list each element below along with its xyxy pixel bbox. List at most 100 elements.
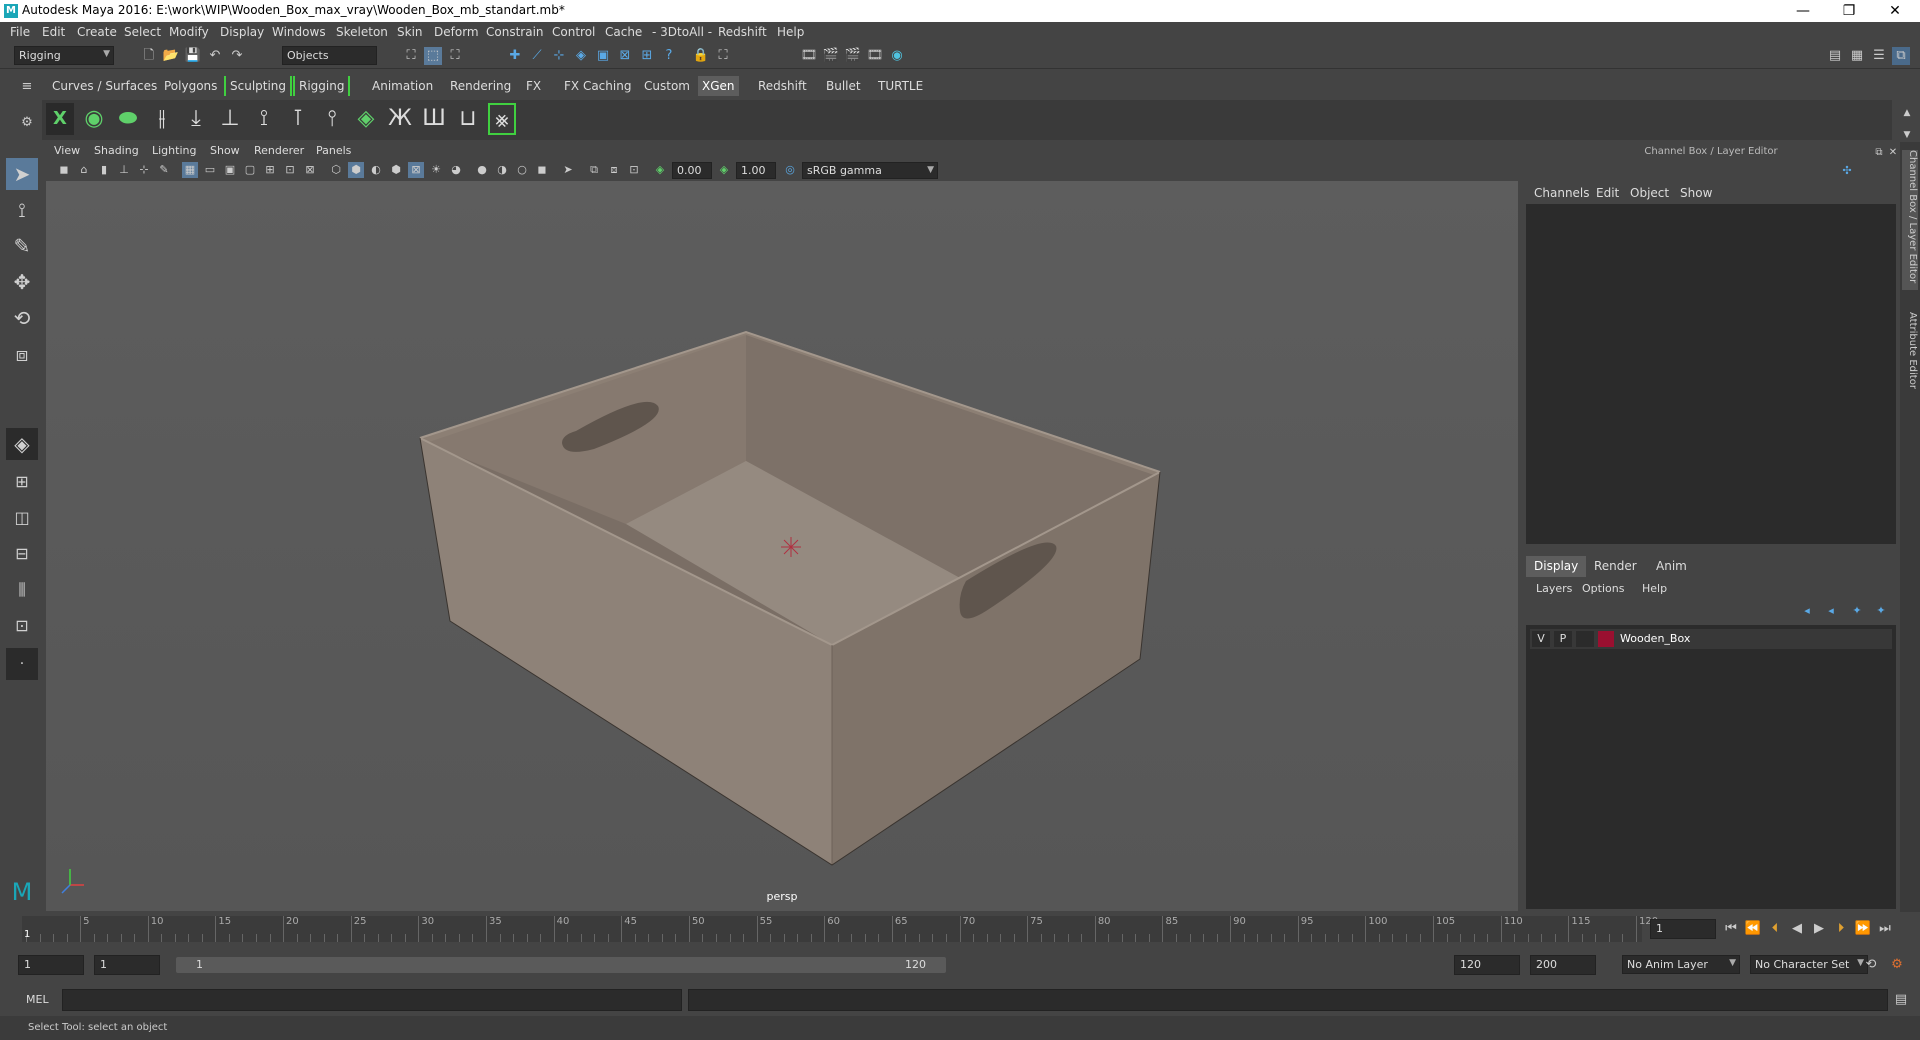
- layer-playback-toggle[interactable]: P: [1554, 631, 1572, 647]
- resolution-gate-icon[interactable]: ▣: [222, 162, 238, 178]
- cb-menu-show[interactable]: Show: [1680, 186, 1712, 200]
- screen-space-ao-icon[interactable]: ●: [474, 162, 490, 178]
- move-layer-up-icon[interactable]: ◂: [1798, 602, 1816, 620]
- open-scene-icon[interactable]: 📂: [162, 47, 180, 65]
- current-frame-field[interactable]: 1: [1650, 919, 1716, 939]
- menu-cache[interactable]: Cache: [605, 25, 642, 39]
- script-language-label[interactable]: MEL: [26, 993, 49, 1006]
- shadows-icon[interactable]: ◕: [448, 162, 464, 178]
- groom-clump-icon[interactable]: Ш: [420, 103, 448, 135]
- panel-menu-panels[interactable]: Panels: [316, 144, 351, 157]
- tab-curves-surfaces[interactable]: Curves / Surfaces: [48, 76, 161, 96]
- xgen-description-icon[interactable]: ⬬: [114, 103, 142, 135]
- menu-redshift[interactable]: Redshift: [718, 25, 767, 39]
- restore-button[interactable]: ❐: [1826, 0, 1872, 22]
- select-component-icon[interactable]: ⛶: [446, 47, 464, 65]
- motion-blur-icon[interactable]: ◑: [494, 162, 510, 178]
- playback-start-field[interactable]: 1: [94, 955, 160, 975]
- four-view-layout-icon[interactable]: ⊞: [6, 466, 38, 498]
- gate-mask-icon[interactable]: ▢: [242, 162, 258, 178]
- menu-windows[interactable]: Windows: [272, 25, 326, 39]
- history-icon[interactable]: ⊞: [638, 47, 656, 65]
- menu-constrain[interactable]: Constrain: [486, 25, 544, 39]
- play-forward-icon[interactable]: ▶: [1810, 920, 1828, 938]
- snap-surface-icon[interactable]: ▣: [594, 47, 612, 65]
- xray-icon[interactable]: ⧉: [586, 162, 602, 178]
- tab-fx[interactable]: FX: [522, 76, 545, 96]
- go-to-end-icon[interactable]: ⏭: [1876, 920, 1894, 938]
- groom-cut-icon[interactable]: ⊔: [454, 103, 482, 135]
- layer-visibility-toggle[interactable]: V: [1532, 631, 1550, 647]
- channel-box-area[interactable]: [1526, 204, 1896, 544]
- menu-help[interactable]: Help: [777, 25, 804, 39]
- safe-title-icon[interactable]: ⊠: [302, 162, 318, 178]
- snap-view-icon[interactable]: ◈: [572, 47, 590, 65]
- scale-tool-icon[interactable]: ⧈: [6, 338, 38, 370]
- select-mode-dropdown[interactable]: Objects: [282, 46, 377, 65]
- shelf-settings-icon[interactable]: ⚙: [18, 114, 36, 132]
- channel-box-toggle-icon[interactable]: ⧉: [1892, 47, 1910, 65]
- menu-skin[interactable]: Skin: [397, 25, 423, 39]
- menu-edit[interactable]: Edit: [42, 25, 65, 39]
- render-settings-icon[interactable]: 🎞: [866, 47, 884, 65]
- time-slider[interactable]: 5 10 15 20 25 30 35 40 45 50 55 60 65 70 75 80 85 90 95 100…: [0, 912, 1920, 946]
- layer-menu-layers[interactable]: Layers: [1536, 582, 1572, 595]
- wireframe-icon[interactable]: ⬡: [328, 162, 344, 178]
- exposure-field[interactable]: 0.00: [672, 162, 712, 179]
- tab-bullet[interactable]: Bullet: [822, 76, 865, 96]
- menu-skeleton[interactable]: Skeleton: [336, 25, 388, 39]
- command-input[interactable]: [62, 989, 682, 1011]
- play-backward-icon[interactable]: ◀: [1788, 920, 1806, 938]
- snap-grid-icon[interactable]: ✚: [506, 47, 524, 65]
- exposure-icon[interactable]: ◈: [652, 162, 668, 178]
- camera-select-icon[interactable]: ◼: [56, 162, 72, 178]
- camera-attributes-icon[interactable]: ⌂: [76, 162, 92, 178]
- two-view-layout-icon[interactable]: ◫: [6, 502, 38, 534]
- tab-xgen[interactable]: XGen: [698, 76, 739, 96]
- select-hierarchy-icon[interactable]: ⛶: [402, 47, 420, 65]
- range-slider[interactable]: 1 120: [176, 957, 946, 973]
- panel-menu-shading[interactable]: Shading: [94, 144, 139, 157]
- xray-joints-icon[interactable]: ⧈: [606, 162, 622, 178]
- rotate-tool-icon[interactable]: ⟲: [6, 302, 38, 334]
- character-set-dropdown[interactable]: No Character Set ▼: [1750, 955, 1868, 974]
- menu-modify[interactable]: Modify: [169, 25, 209, 39]
- tab-rigging[interactable]: Rigging: [293, 76, 351, 96]
- shelf-scroll-up-icon[interactable]: ▲: [1898, 104, 1916, 122]
- cb-menu-object[interactable]: Object: [1630, 186, 1669, 200]
- layer-color-swatch[interactable]: [1598, 631, 1614, 647]
- wooden-box-model[interactable]: [46, 181, 1518, 911]
- grid-icon[interactable]: ▦: [182, 162, 198, 178]
- xray-components-icon[interactable]: ⊡: [626, 162, 642, 178]
- panel-menu-lighting[interactable]: Lighting: [152, 144, 196, 157]
- wireframe-on-shaded-icon[interactable]: ⬢: [388, 162, 404, 178]
- redo-icon[interactable]: ↷: [228, 47, 246, 65]
- tab-turtle[interactable]: TURTLE: [874, 76, 927, 96]
- bookmark-icon[interactable]: ▮: [96, 162, 112, 178]
- modeling-toolkit-icon[interactable]: ▤: [1826, 47, 1844, 65]
- persp-outliner-layout-icon[interactable]: ⫼: [6, 574, 38, 606]
- menuset-dropdown[interactable]: Rigging ▼: [14, 46, 114, 65]
- layer-tab-display[interactable]: Display: [1526, 556, 1587, 577]
- cb-menu-edit[interactable]: Edit: [1596, 186, 1619, 200]
- cb-menu-channels[interactable]: Channels: [1534, 186, 1590, 200]
- time-slider-track[interactable]: 5 10 15 20 25 30 35 40 45 50 55 60 65 70 75 80 85 90 95 100…: [22, 916, 1658, 942]
- grease-pencil-icon[interactable]: ✎: [156, 162, 172, 178]
- menu-create[interactable]: Create: [77, 25, 117, 39]
- lock-icon[interactable]: 🔒: [692, 47, 710, 65]
- guide-length-icon[interactable]: ⫯: [318, 103, 346, 135]
- close-button[interactable]: ✕: [1872, 0, 1918, 22]
- color-management-icon[interactable]: ◎: [782, 162, 798, 178]
- gamma-field[interactable]: 1.00: [736, 162, 776, 179]
- menu-control[interactable]: Control: [552, 25, 595, 39]
- step-forward-key-icon[interactable]: ⏵: [1832, 920, 1850, 938]
- render-view-icon[interactable]: 🎞: [800, 47, 818, 65]
- tab-redshift[interactable]: Redshift: [754, 76, 811, 96]
- go-to-start-icon[interactable]: ⏮: [1722, 920, 1740, 938]
- minimize-button[interactable]: —: [1780, 0, 1826, 22]
- lasso-tool-icon[interactable]: ⟟: [6, 194, 38, 226]
- attribute-editor-toggle-icon[interactable]: ▦: [1848, 47, 1866, 65]
- xgen-interactive-groom-icon[interactable]: ⫲: [148, 103, 176, 135]
- default-material-icon[interactable]: ◐: [368, 162, 384, 178]
- layer-stack-icon[interactable]: ◈: [352, 103, 380, 135]
